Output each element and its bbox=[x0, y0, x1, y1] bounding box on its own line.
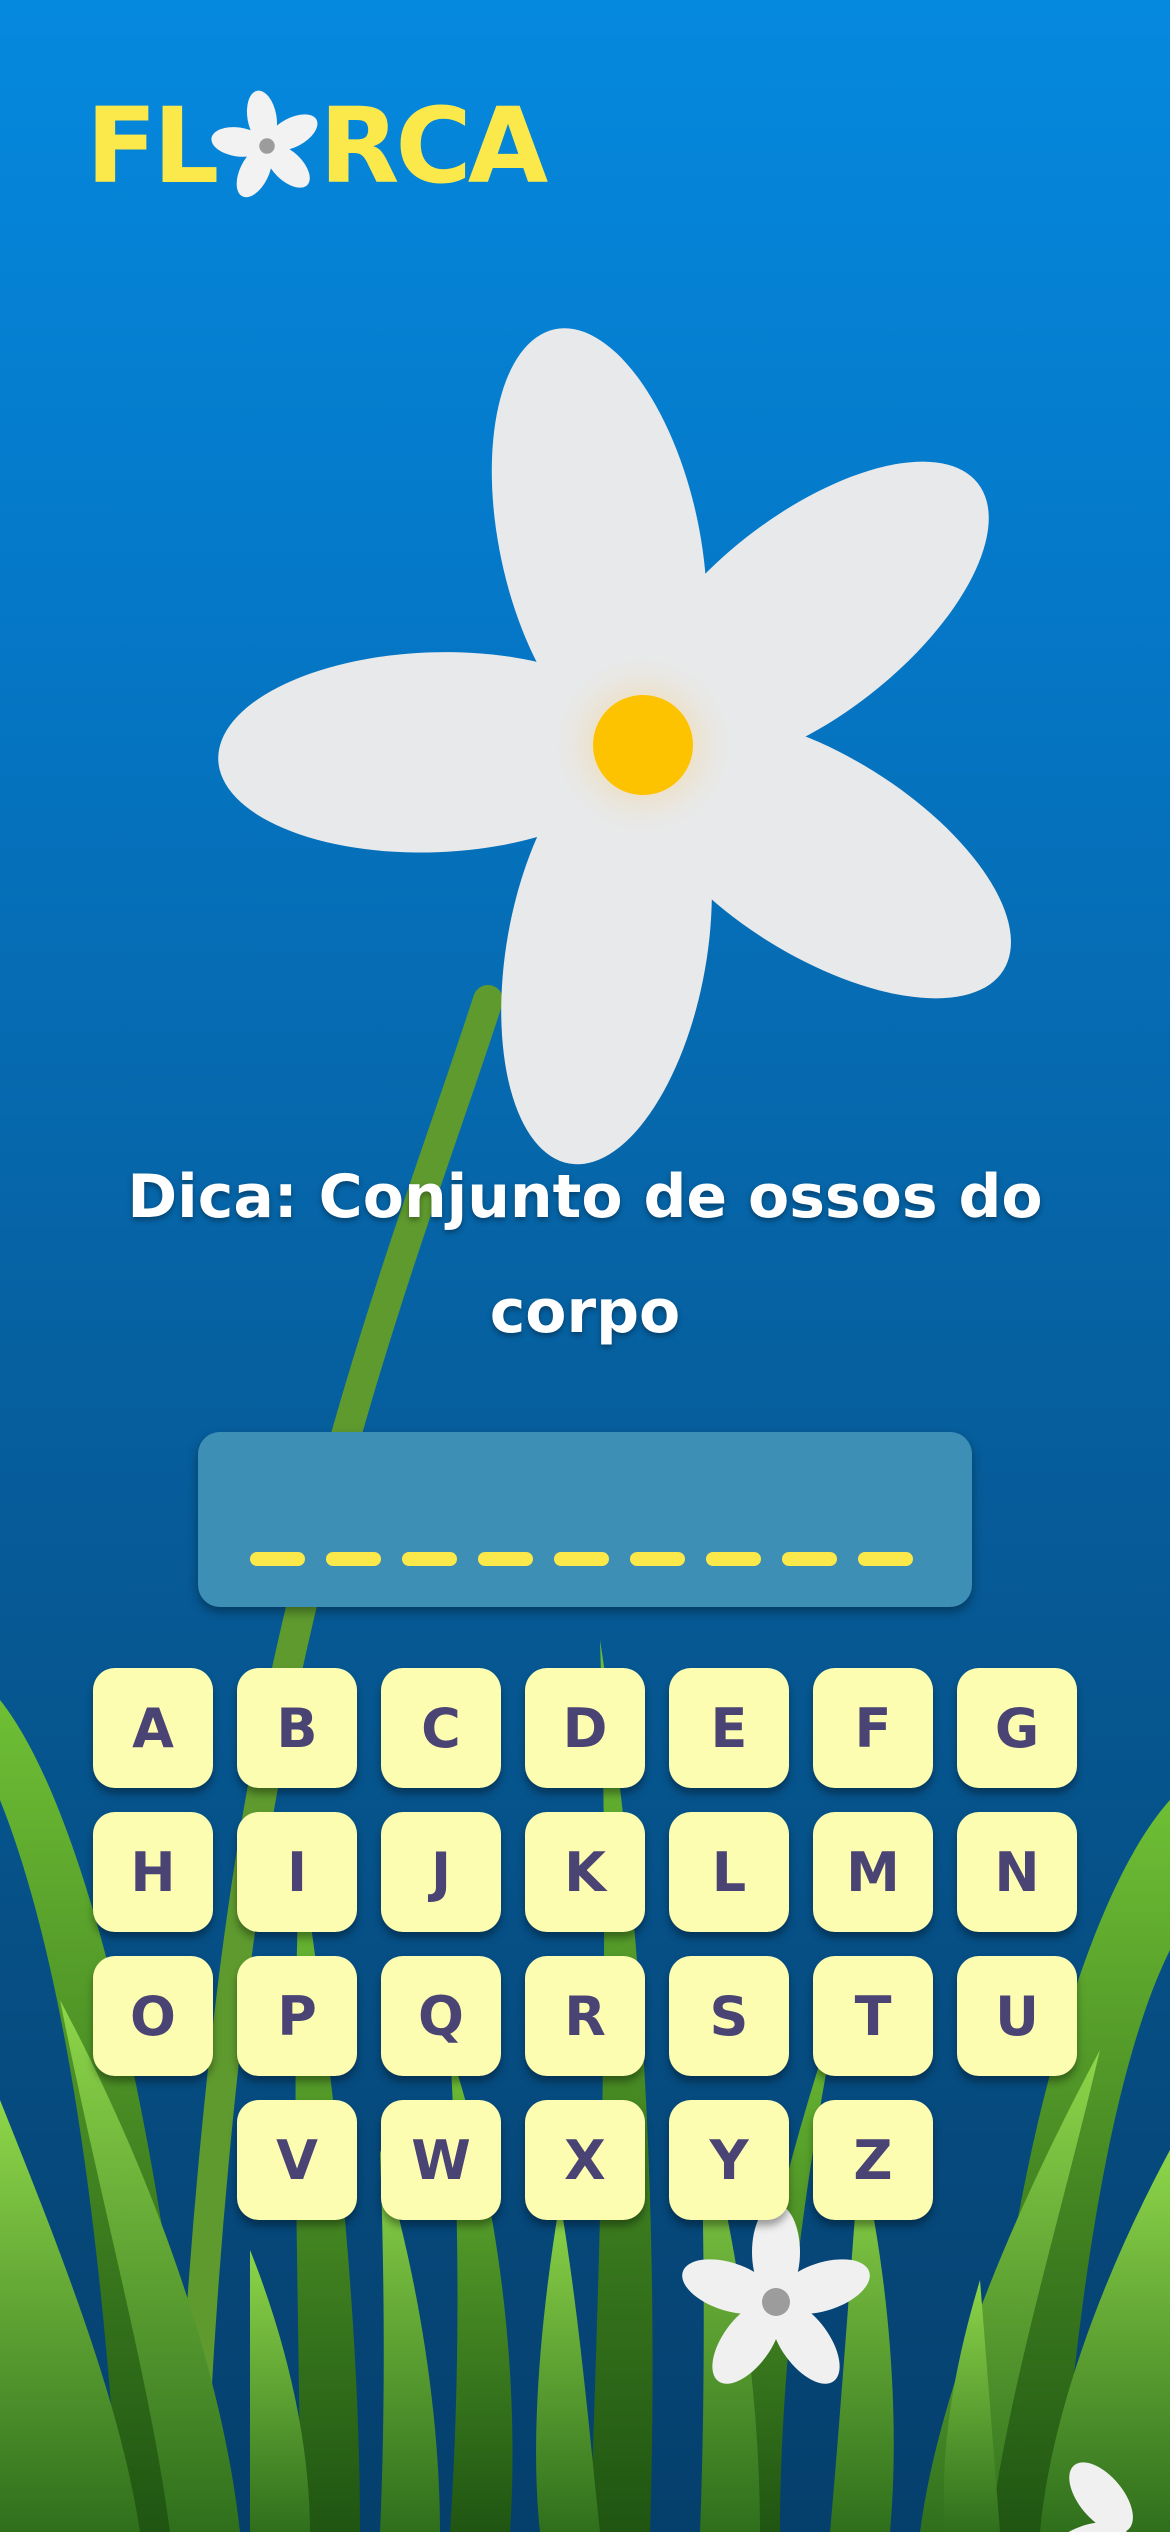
key-e[interactable]: E bbox=[669, 1668, 789, 1788]
letter-slot bbox=[706, 1552, 761, 1566]
key-o[interactable]: O bbox=[93, 1956, 213, 2076]
keyboard-row: ABCDEFG bbox=[92, 1668, 1078, 1788]
hint-text: Dica: Conjunto de ossos do corpo bbox=[127, 1162, 1043, 1347]
letter-slot bbox=[326, 1552, 381, 1566]
key-n[interactable]: N bbox=[957, 1812, 1077, 1932]
key-t[interactable]: T bbox=[813, 1956, 933, 2076]
key-w[interactable]: W bbox=[381, 2100, 501, 2220]
key-h[interactable]: H bbox=[93, 1812, 213, 1932]
letter-slot bbox=[630, 1552, 685, 1566]
key-a[interactable]: A bbox=[93, 1668, 213, 1788]
key-r[interactable]: R bbox=[525, 1956, 645, 2076]
letter-slot bbox=[478, 1552, 533, 1566]
letter-keyboard: ABCDEFG HIJKLMN OPQRSTU VWXYZ bbox=[92, 1668, 1078, 2244]
key-u[interactable]: U bbox=[957, 1956, 1077, 2076]
key-d[interactable]: D bbox=[525, 1668, 645, 1788]
key-b[interactable]: B bbox=[237, 1668, 357, 1788]
key-l[interactable]: L bbox=[669, 1812, 789, 1932]
keyboard-row: OPQRSTU bbox=[92, 1956, 1078, 2076]
logo-text-start: FL bbox=[86, 85, 219, 207]
key-i[interactable]: I bbox=[237, 1812, 357, 1932]
key-q[interactable]: Q bbox=[381, 1956, 501, 2076]
app-logo: FL RCA bbox=[86, 85, 548, 207]
letter-slots bbox=[250, 1552, 913, 1566]
key-v[interactable]: V bbox=[237, 2100, 357, 2220]
key-g[interactable]: G bbox=[957, 1668, 1077, 1788]
key-x[interactable]: X bbox=[525, 2100, 645, 2220]
letter-slot bbox=[250, 1552, 305, 1566]
big-flower bbox=[218, 328, 1011, 1165]
key-z[interactable]: Z bbox=[813, 2100, 933, 2220]
key-y[interactable]: Y bbox=[669, 2100, 789, 2220]
logo-text-end: RCA bbox=[319, 85, 548, 207]
logo-flower-icon bbox=[211, 90, 318, 198]
word-display bbox=[198, 1432, 972, 1607]
keyboard-row: HIJKLMN bbox=[92, 1812, 1078, 1932]
letter-slot bbox=[782, 1552, 837, 1566]
key-f[interactable]: F bbox=[813, 1668, 933, 1788]
key-p[interactable]: P bbox=[237, 1956, 357, 2076]
key-m[interactable]: M bbox=[813, 1812, 933, 1932]
letter-slot bbox=[554, 1552, 609, 1566]
key-k[interactable]: K bbox=[525, 1812, 645, 1932]
letter-slot bbox=[402, 1552, 457, 1566]
key-s[interactable]: S bbox=[669, 1956, 789, 2076]
letter-slot bbox=[858, 1552, 913, 1566]
key-c[interactable]: C bbox=[381, 1668, 501, 1788]
keyboard-row: VWXYZ bbox=[92, 2100, 1078, 2220]
key-j[interactable]: J bbox=[381, 1812, 501, 1932]
